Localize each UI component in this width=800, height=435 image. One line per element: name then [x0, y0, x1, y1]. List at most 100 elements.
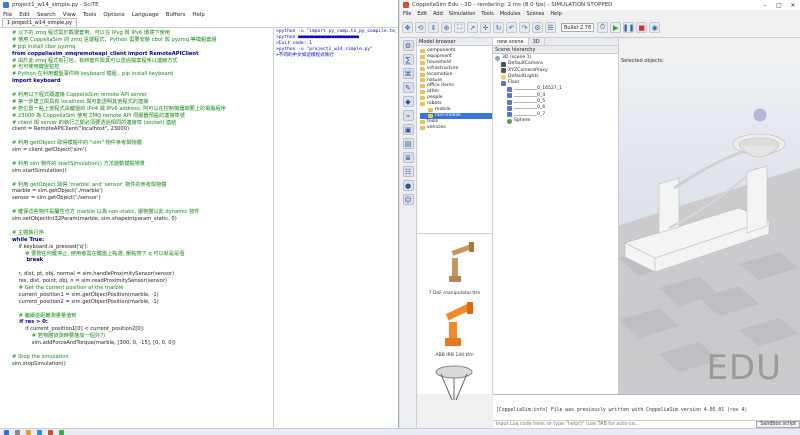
scene-tree[interactable]: 3D (scene 1) DefaultCamera XYZCameraProxy D… [493, 54, 618, 124]
search-icon[interactable] [15, 429, 20, 435]
cmenu-simulation[interactable]: Simulation [449, 11, 476, 17]
cmenu-modules[interactable]: Modules [500, 11, 521, 17]
calculation-icon[interactable]: ∑ [402, 54, 414, 65]
menu-buffers[interactable]: Buffers [166, 12, 186, 18]
path-edit-icon[interactable]: ⌁ [402, 110, 414, 121]
folder-icon [428, 108, 433, 113]
cmenu-edit[interactable]: Edit [417, 11, 427, 17]
folder-icon [420, 66, 425, 71]
model-thumb-abb[interactable]: ABB IRB 140.ttm [419, 300, 490, 358]
menu-help[interactable]: Help [192, 12, 205, 18]
assembly-icon[interactable]: ⚙ [532, 22, 543, 33]
app-icon[interactable] [59, 429, 64, 435]
scripts-icon[interactable]: ✎ [402, 82, 414, 93]
collections-icon[interactable]: ⌘ [402, 68, 414, 79]
cmenu-add[interactable]: Add [433, 11, 443, 17]
shape-icon [507, 87, 512, 93]
model-folder[interactable]: vehicles [420, 125, 492, 131]
stop-icon[interactable]: ■ [636, 22, 648, 33]
code-line: client = RemoteAPIClient("localhost", 23… [12, 126, 130, 133]
code-editor[interactable]: # 以下的 zmq 程式需於截選套用，可以在 IPvg 與 IPv6 環境下使用… [0, 28, 272, 428]
folder-label: vehicles [427, 124, 446, 130]
camera-zoom-icon[interactable]: ⊕ [441, 22, 452, 33]
video-recorder-icon[interactable]: ● [402, 180, 414, 191]
fit-view-icon[interactable]: ⛶ [454, 22, 465, 33]
root-icon [495, 55, 500, 61]
rotate-object-icon[interactable]: ↻ [493, 22, 504, 33]
select-icon[interactable]: ➚ [467, 22, 478, 33]
model-browser-icon[interactable]: ▤ [402, 138, 414, 149]
console-line: [CoppeliaSim:info] File was previously w… [496, 408, 748, 413]
pause-icon[interactable]: ❚❚ [623, 22, 635, 33]
shape-icon [507, 99, 512, 105]
scene-node[interactable]: Sphere [495, 118, 618, 124]
code-line: from coppeliasim_zmqremoteapi_client imp… [12, 50, 199, 57]
start-icon[interactable] [4, 429, 9, 435]
scite-window: project1_w14_simple.py - SciTE File Edit… [0, 0, 399, 428]
tab-3d[interactable]: 3D [529, 38, 545, 45]
code-line: # client 與 server 的執行之間必須要透過相同的連接埠 (sock… [12, 119, 177, 126]
3d-viewport[interactable] [619, 58, 800, 394]
app-icon[interactable] [48, 429, 53, 435]
undo-icon[interactable]: ↶ [506, 22, 517, 33]
selection-icon[interactable]: ▣ [402, 124, 414, 135]
folder-icon [420, 119, 425, 124]
close-icon[interactable]: ✕ [786, 2, 800, 9]
layers-icon[interactable]: ☷ [402, 166, 414, 177]
menu-language[interactable]: Language [132, 12, 159, 18]
menu-options[interactable]: Options [103, 12, 124, 18]
physics-engine-select[interactable]: Bullet 2.78 [561, 23, 595, 32]
cmenu-help[interactable]: Help [550, 11, 561, 17]
camera-pan-icon[interactable]: ✥ [402, 22, 413, 33]
code-line: # Stop the simulation [12, 353, 69, 360]
app-icon[interactable] [37, 429, 42, 435]
tab-new-scene[interactable]: new scene [493, 38, 529, 45]
model-thumb-7dof[interactable]: 7 DoF manipulator.ttm [419, 238, 490, 296]
sandbox-select[interactable]: Sandbox script [756, 421, 800, 428]
cmenu-file[interactable]: File [403, 11, 411, 17]
shape-edit-icon[interactable]: ◆ [402, 96, 414, 107]
menu-file[interactable]: File [3, 12, 12, 18]
folder-icon [420, 48, 425, 53]
code-line: if res > 0: [12, 319, 48, 326]
scene-hierarchy-icon[interactable]: ≣ [402, 152, 414, 163]
object-properties-icon[interactable]: ⚙ [402, 40, 414, 51]
move-object-icon[interactable]: ✛ [480, 22, 491, 33]
output-pane[interactable]: >python -u "import py_comp.to_py_compile… [273, 28, 398, 428]
cmenu-scenes[interactable]: Scenes [527, 11, 545, 17]
shape-icon [507, 93, 512, 99]
folder-icon [420, 72, 425, 77]
lua-input[interactable]: Input Lua code here, or type "help()" (u… [496, 422, 639, 427]
menu-tools[interactable]: Tools [83, 12, 97, 18]
hierarchy-icon[interactable]: ☰ [545, 22, 556, 33]
file-tab[interactable]: 1 project1_w14_simple.py [2, 18, 77, 27]
shape-icon [507, 106, 512, 112]
user-settings-icon[interactable]: ☺ [402, 194, 414, 205]
menu-edit[interactable]: Edit [19, 12, 30, 18]
redo-icon[interactable]: ↷ [519, 22, 530, 33]
minimize-icon[interactable]: – [758, 2, 772, 9]
model-thumb-delta[interactable] [419, 362, 490, 420]
app-icon[interactable] [26, 429, 31, 435]
code-line: # 第一步建立與具有 localhost 與可能透明其他程式的連接 [12, 98, 149, 105]
shape-icon [507, 112, 512, 118]
scite-app-icon [3, 2, 9, 8]
maximize-icon[interactable]: □ [772, 2, 786, 9]
coppelia-title: CoppeliaSim Edu - 3D - rendering: 2 ms (… [412, 2, 613, 8]
real-time-icon[interactable]: ⏱ [597, 22, 609, 33]
camera-rotate-icon[interactable]: ⟲ [415, 22, 426, 33]
menu-search[interactable]: Search [37, 12, 56, 18]
model-folder-list[interactable]: components equipment household infrastructu… [417, 46, 492, 234]
visualization-icon[interactable]: ◉ [649, 22, 661, 33]
folder-icon [420, 96, 425, 101]
cmenu-tools[interactable]: Tools [481, 11, 493, 17]
folder-icon [420, 78, 425, 83]
camera-shift-icon[interactable]: ⇕ [428, 22, 439, 33]
play-icon[interactable]: ▶ [610, 22, 622, 33]
code-line: # 使用 CoppeliaSim 的 zmq 遠端程式，Python 需要安裝 … [12, 36, 217, 43]
menu-view[interactable]: View [63, 12, 76, 18]
selected-objects-label: Selected objects: [621, 58, 664, 64]
